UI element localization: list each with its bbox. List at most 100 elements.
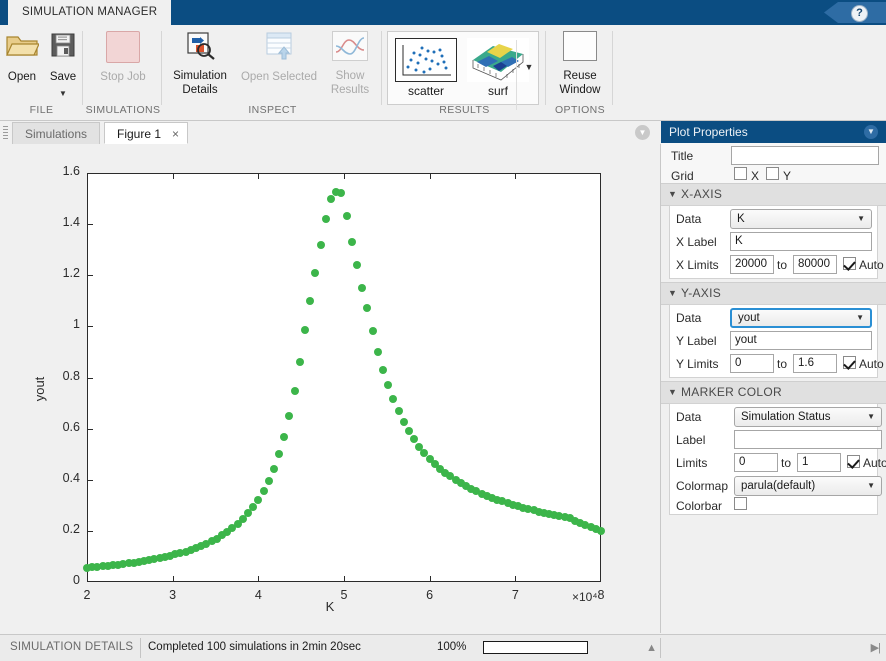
group-separator [545, 31, 546, 105]
y-tick-mark [87, 531, 93, 532]
scatter-point[interactable] [270, 465, 278, 473]
status-divider [660, 638, 661, 658]
title-bar: SIMULATION MANAGER ? [0, 0, 886, 25]
y-label-input[interactable]: yout [730, 331, 872, 350]
chevron-down-icon[interactable]: ▼ [668, 382, 677, 403]
plot-properties-panel: Plot Properties ▼ Title Grid X Y ▼ X-AXI… [661, 121, 886, 633]
y-tick-label: 0.4 [30, 471, 80, 485]
save-dropdown-arrow-icon[interactable]: ▼ [43, 87, 83, 100]
group-separator [612, 31, 613, 105]
y-limit-min-input[interactable]: 0 [730, 354, 774, 373]
ribbon-group-simulations: Stop Job SIMULATIONS [84, 25, 162, 120]
title-input[interactable] [731, 146, 879, 165]
marker-color-section-header[interactable]: ▼ MARKER COLOR [661, 381, 886, 404]
help-button[interactable]: ? [824, 0, 886, 25]
ribbon-group-inspect: Simulation Details Open Selected [163, 25, 382, 120]
panel-options-icon[interactable]: ▼ [864, 125, 878, 139]
scatter-point[interactable] [296, 358, 304, 366]
ribbon-group-label-inspect: INSPECT [163, 104, 382, 116]
resize-grip-icon[interactable]: ▶| [871, 641, 880, 654]
y-limits-to-label: to [777, 357, 787, 371]
help-circle-icon[interactable]: ? [851, 5, 868, 22]
y-tick-mark [87, 378, 93, 379]
marker-auto-checkbox[interactable] [847, 455, 860, 468]
scatter-point[interactable] [597, 527, 605, 535]
x-tick-mark-top [515, 173, 516, 179]
marker-limit-min-input[interactable]: 0 [734, 453, 778, 472]
scatter-point[interactable] [317, 241, 325, 249]
window-title-tab[interactable]: SIMULATION MANAGER [8, 0, 171, 25]
tab-options-icon[interactable]: ▼ [635, 125, 650, 140]
x-label-input[interactable]: K [730, 232, 872, 251]
gallery-item-scatter[interactable]: scatter [390, 34, 462, 104]
x-tick-label: 5 [324, 588, 364, 602]
x-limit-max-input[interactable]: 80000 [793, 255, 837, 274]
figure-tab-bar: Simulations Figure 1 × ▼ [0, 121, 660, 145]
x-tick-mark [258, 576, 259, 582]
marker-data-dropdown[interactable]: Simulation Status ▼ [734, 407, 882, 427]
y-data-dropdown[interactable]: yout ▼ [730, 308, 872, 328]
tab-figure-1[interactable]: Figure 1 × [104, 122, 188, 144]
open-selected-button-label: Open Selected [236, 71, 322, 84]
scatter-point[interactable] [374, 348, 382, 356]
ribbon-group-label-results: RESULTS [383, 104, 546, 116]
scatter-point[interactable] [400, 418, 408, 426]
ribbon-group-label-simulations: SIMULATIONS [84, 104, 162, 116]
reuse-window-button[interactable]: Reuse Window [549, 25, 611, 97]
x-auto-label: Auto [859, 258, 884, 272]
y-auto-checkbox[interactable] [843, 356, 856, 369]
x-limit-min-input[interactable]: 20000 [730, 255, 774, 274]
x-tick-label: 7 [495, 588, 535, 602]
scatter-point[interactable] [348, 238, 356, 246]
marker-limit-max-input[interactable]: 1 [797, 453, 841, 472]
scatter-point[interactable] [260, 487, 268, 495]
simulation-details-button[interactable]: Simulation Details [166, 25, 234, 97]
grid-y-checkbox[interactable] [766, 167, 779, 180]
tab-simulations[interactable]: Simulations [12, 122, 100, 144]
scatter-point[interactable] [322, 215, 330, 223]
y-tick-label: 0 [30, 573, 80, 587]
y-axis-section-header[interactable]: ▼ Y-AXIS [661, 282, 886, 305]
plot-type-gallery: scatter [387, 31, 539, 105]
chevron-down-icon[interactable]: ▼ [668, 184, 677, 205]
show-results-icon [332, 31, 368, 61]
y-tick-mark [87, 429, 93, 430]
drag-grip-icon[interactable] [3, 126, 8, 139]
y-limit-max-input[interactable]: 1.6 [793, 354, 837, 373]
open-selected-button[interactable]: Open Selected [236, 25, 322, 87]
stop-job-button[interactable]: Stop Job [97, 25, 149, 87]
x-label-field-label: X Label [676, 235, 717, 249]
scatter-point[interactable] [379, 366, 387, 374]
stop-icon [106, 31, 140, 63]
x-axis-section-header[interactable]: ▼ X-AXIS [661, 183, 886, 206]
y-tick-mark [87, 275, 93, 276]
colorbar-checkbox[interactable] [734, 497, 747, 510]
x-data-dropdown[interactable]: K ▼ [730, 209, 872, 229]
scatter-point[interactable] [265, 477, 273, 485]
plot-properties-header: Plot Properties ▼ [661, 121, 886, 143]
ribbon-group-label-options: OPTIONS [547, 104, 613, 116]
group-separator [161, 31, 162, 105]
close-icon[interactable]: × [172, 123, 179, 145]
colormap-dropdown[interactable]: parula(default) ▼ [734, 476, 882, 496]
ribbon-toolbar: Open Save ▼ FILE [0, 25, 886, 121]
scatter-point[interactable] [395, 407, 403, 415]
save-button[interactable]: Save ▼ [43, 25, 83, 87]
scatter-plot[interactable]: yout K ×10⁴ 00.20.40.60.811.21.41.623456… [0, 144, 660, 633]
grid-x-checkbox[interactable] [734, 167, 747, 180]
open-button[interactable]: Open [2, 25, 42, 87]
figure-panel: yout K ×10⁴ 00.20.40.60.811.21.41.623456… [0, 144, 661, 633]
y-auto-label: Auto [859, 357, 884, 371]
scatter-point[interactable] [353, 261, 361, 269]
show-results-button[interactable]: Show Results [323, 25, 377, 97]
eject-icon[interactable]: ▲ [646, 642, 657, 654]
marker-limits-to-label: to [781, 456, 791, 470]
scatter-point[interactable] [291, 387, 299, 395]
marker-label-input[interactable] [734, 430, 882, 449]
surface-plot-icon [467, 38, 529, 82]
ribbon-group-file: Open Save ▼ FILE [0, 25, 83, 120]
chevron-down-icon[interactable]: ▼ [668, 283, 677, 304]
scatter-point[interactable] [254, 496, 262, 504]
gallery-more-button[interactable]: ▼ [521, 62, 537, 72]
x-auto-checkbox[interactable] [843, 257, 856, 270]
